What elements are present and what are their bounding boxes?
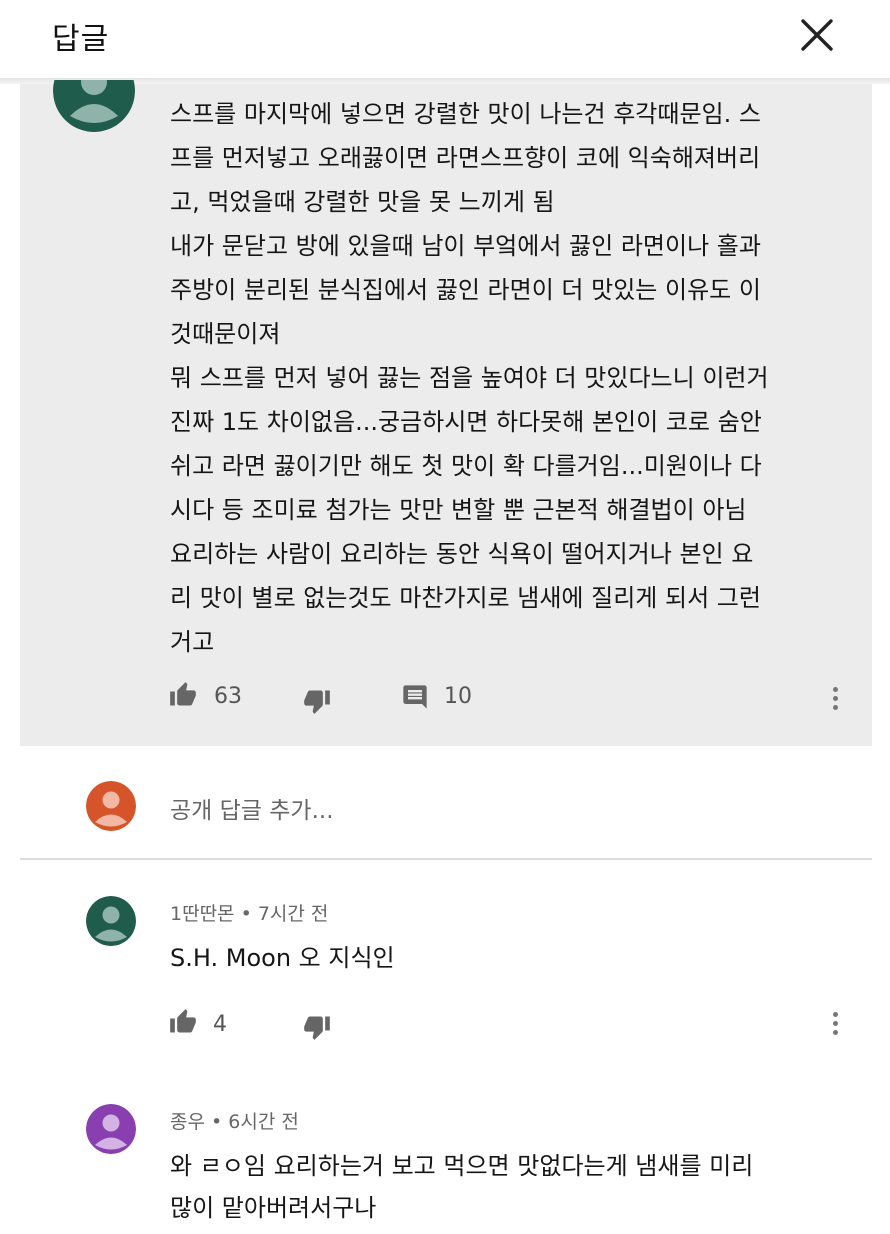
like-count: 4 <box>213 1012 227 1037</box>
comment-text-line: 것때문이져 <box>170 320 281 348</box>
dislike-button[interactable] <box>302 687 336 717</box>
comment-text-line: 진짜 1도 차이없음...궁금하시면 하다못해 본인이 코로 숨안 <box>170 408 762 436</box>
thumb-up-icon <box>170 682 196 706</box>
reply-time: 6시간 전 <box>228 1111 299 1133</box>
comment-text-line: 요리하는 사람이 요리하는 동안 식욕이 떨어지거나 본인 요 <box>170 540 754 568</box>
reply-meta: 종우 • 6시간 전 <box>170 1107 299 1134</box>
like-button[interactable] <box>168 681 202 711</box>
comment-text-line: 시다 등 조미료 첨가는 맛만 변할 뿐 근본적 해결법이 아님 <box>170 496 747 524</box>
reply-meta: 1딴딴몬 • 7시간 전 <box>170 899 328 926</box>
reply-time: 7시간 전 <box>257 903 329 925</box>
like-count: 63 <box>214 684 242 709</box>
comment-text-line: 주방이 분리된 분식집에서 끓인 라면이 더 맛있는 이유도 이 <box>170 276 761 304</box>
meta-separator: • <box>240 903 258 925</box>
thumb-up-icon <box>170 1009 196 1033</box>
comment-text-line: 쉬고 라면 끓이기만 해도 첫 맛이 확 다를거임...미원이나 다 <box>170 452 762 480</box>
reply-avatar[interactable] <box>86 1104 136 1154</box>
avatar-icon <box>86 781 136 831</box>
like-button[interactable] <box>168 1008 202 1038</box>
reply-text-line: 많이 맡아버려서구나 <box>170 1194 377 1222</box>
meta-separator: • <box>211 1111 229 1133</box>
thumb-down-icon <box>304 690 330 714</box>
comment-icon <box>403 685 427 709</box>
page-title: 답글 <box>52 22 110 57</box>
avatar-icon <box>86 896 136 946</box>
reply-count: 10 <box>444 684 472 709</box>
comment-text-line: 거고 <box>170 628 215 656</box>
avatar-icon <box>86 1104 136 1154</box>
current-user-avatar <box>86 781 136 831</box>
reply-text-line: S.H. Moon 오 지식인 <box>170 944 395 972</box>
reply-text-line: 와 ㄹㅇ임 요리하는거 보고 먹으면 맛없다는게 냄새를 미리 <box>170 1152 754 1180</box>
comment-text-line: 리 맛이 별로 없는것도 마찬가지로 냄새에 질리게 되서 그런 <box>170 584 761 612</box>
comment-text-line: 프를 먼저넣고 오래끓이면 라면스프향이 코에 익숙해져버리 <box>170 144 761 172</box>
reply-input[interactable]: 공개 답글 추가... <box>170 791 770 825</box>
close-icon <box>801 19 833 51</box>
comment-text-line: 뭐 스프를 먼저 넣어 끓는 점을 높여야 더 맛있다느니 이런거 <box>170 364 769 392</box>
more-options-button[interactable] <box>830 687 840 714</box>
avatar-icon <box>53 80 135 132</box>
reply-button[interactable] <box>400 683 434 713</box>
more-vert-icon <box>832 1012 838 1017</box>
comment-text-line: 스프를 마지막에 넣으면 강렬한 맛이 나는건 후각때문임. 스 <box>170 100 761 128</box>
more-vert-dot <box>832 1030 838 1035</box>
more-options-button[interactable] <box>830 1012 840 1039</box>
reply-author[interactable]: 1딴딴몬 <box>170 903 235 925</box>
dislike-button[interactable] <box>302 1013 336 1043</box>
more-vert-dot <box>832 696 838 701</box>
reply-author[interactable]: 종우 <box>170 1111 205 1133</box>
close-button[interactable] <box>800 18 834 52</box>
more-vert-dot <box>832 705 838 710</box>
header-bar: 답글 <box>0 0 890 78</box>
more-vert-icon <box>832 687 838 692</box>
comment-text-line: 내가 문닫고 방에 있을때 남이 부엌에서 끓인 라면이나 홀과 <box>170 232 761 260</box>
divider <box>20 858 872 860</box>
comment-text-line: 고, 먹었을때 강렬한 맛을 못 느끼게 됨 <box>170 188 555 216</box>
thumb-down-icon <box>304 1016 330 1040</box>
main-comment-avatar[interactable] <box>53 80 135 132</box>
more-vert-dot <box>832 1021 838 1026</box>
reply-avatar[interactable] <box>86 896 136 946</box>
main-comment: 스프를 마지막에 넣으면 강렬한 맛이 나는건 후각때문임. 스 프를 먼저넣고… <box>20 80 872 746</box>
